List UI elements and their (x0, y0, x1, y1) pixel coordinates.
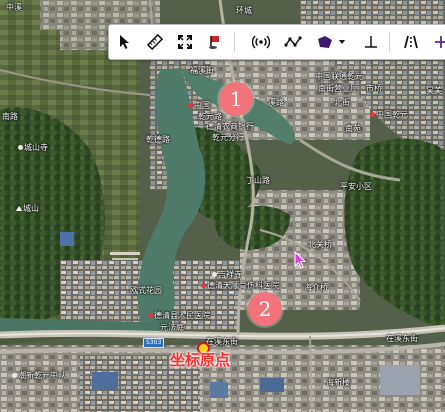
more-tools-button[interactable] (427, 28, 445, 56)
map-label-top-left-road: 南路 (2, 112, 18, 121)
temple-icon (212, 272, 217, 277)
map-label-beiguan: 北关桥 (308, 240, 332, 249)
map-viewer[interactable]: 中溪 环城 南路 福溪街 中国联通乾元 南街营业厅 溪路 北街 市桥 昊美 南苑… (0, 0, 445, 412)
map-label-haiqiao: 海新楼 (326, 378, 350, 387)
select-pointer-button[interactable] (111, 28, 139, 56)
police-icon (12, 373, 17, 378)
map-label-north-top: 中溪 (6, 3, 22, 12)
arrow-pointer-icon (120, 35, 129, 49)
map-label-gandan-road: 乾德路 (146, 135, 170, 144)
map-toolbar (108, 24, 445, 60)
map-label-cheng-shan: 城山 (16, 204, 39, 213)
broadcast-icon (252, 35, 270, 49)
mouse-cursor-icon (294, 251, 307, 269)
hospital-icon (201, 283, 206, 288)
map-marker-1[interactable]: 1 (219, 82, 253, 116)
place-marker-button[interactable] (201, 28, 229, 56)
measure-ruler-button[interactable] (141, 28, 169, 56)
map-label-pingan-road: 平安小区 (340, 182, 372, 191)
road-profile-button[interactable] (397, 28, 425, 56)
hospital-icon (148, 313, 153, 318)
map-label-nanjie: 南街营业厅 (318, 84, 358, 93)
toolbar-separator (234, 32, 235, 52)
map-label-east-street-2: 在溪东街 (386, 334, 418, 343)
map-label-fuqian-street: 福溪街 (190, 66, 214, 75)
map-label-gan-road: 乾元路 (198, 112, 222, 121)
map-label-cheng-shan-si: 城山寺 (18, 143, 48, 152)
polygon-icon (318, 36, 345, 48)
map-label-qianyuan-china: 中国乾元 (370, 110, 408, 119)
map-label-jixiang-si: 吉祥寺 (212, 270, 242, 279)
fullscreen-button[interactable] (171, 28, 199, 56)
chevron-down-icon (339, 40, 345, 44)
perpendicular-button[interactable] (357, 28, 385, 56)
fullscreen-icon (178, 35, 192, 49)
crosshair-icon (435, 36, 445, 48)
map-label-china-bank: 中国 (188, 101, 210, 110)
signal-point-button[interactable] (247, 28, 275, 56)
map-label-qianyuan-middle: 潮新乾元中队 (12, 371, 66, 380)
map-label-china-unicom: 中国联通乾元 (315, 72, 363, 81)
road-shield: S303 (143, 338, 165, 348)
temple-icon (18, 145, 23, 150)
origin-label: 坐标原点 (170, 351, 231, 369)
map-label-lanxi-road: 溪路 (268, 98, 284, 107)
map-label-dingshan-road: 丁山路 (246, 176, 270, 185)
perpendicular-icon (365, 36, 377, 48)
map-label-yuanfa: 元法庭 (160, 323, 184, 332)
bank-icon (188, 103, 193, 108)
ruler-icon (147, 34, 163, 50)
map-marker-2[interactable]: 2 (248, 292, 282, 326)
draw-polygon-button[interactable] (311, 28, 351, 56)
flag-marker-icon (209, 36, 219, 49)
map-label-shifuqiao: 市桥 (366, 84, 382, 93)
map-label-top-road: 环城 (236, 6, 252, 15)
map-label-hospital: 德清天顺骨伤科医院 (201, 281, 279, 290)
map-label-east-street: 在溪东街 (206, 337, 238, 346)
map-label-jiaqiao: 海介桥 (304, 283, 328, 292)
poi-icon (370, 112, 375, 117)
toolbar-separator (389, 32, 390, 52)
polyline-icon (284, 36, 302, 47)
draw-polyline-button[interactable] (279, 28, 307, 56)
map-label-nanyuan: 南苑 (345, 124, 361, 133)
map-label-beihou: 北街 (334, 98, 350, 107)
map-label-qianyuan-branch: 乾元分行 (212, 133, 244, 142)
map-label-jiuqian: 欧式花园 (130, 286, 162, 295)
road-icon (404, 35, 418, 49)
map-label-deqing-bank: 德清农商银行 (206, 122, 254, 131)
mountain-icon (16, 206, 22, 211)
map-label-shoumeng: 昊美 (426, 86, 442, 95)
map-label-people-hospital: 德清县人民医院 (148, 311, 210, 320)
